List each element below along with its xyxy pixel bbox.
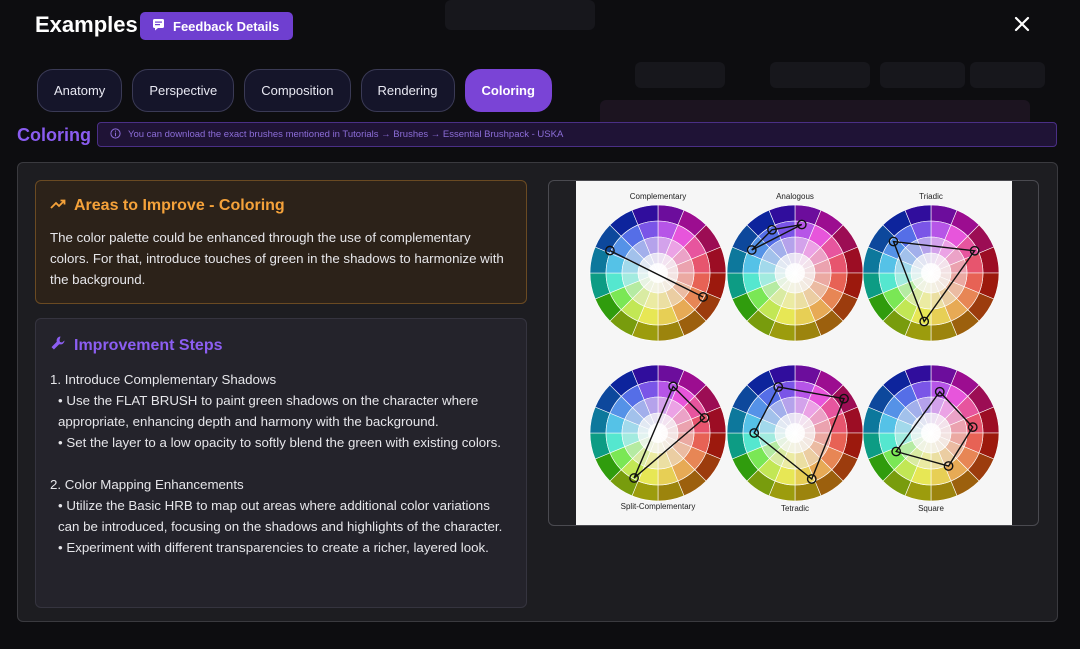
close-button[interactable] [1010, 14, 1034, 38]
wheel-center [648, 263, 668, 283]
section-title: Coloring [17, 125, 91, 145]
tab-rendering[interactable]: Rendering [360, 69, 455, 112]
improvement-steps-title: Improvement Steps [74, 336, 223, 354]
step-2-title: 2. Color Mapping Enhancements [50, 477, 244, 492]
label-triadic: Triadic [919, 192, 943, 201]
improvement-steps-card[interactable]: Improvement Steps 1. Introduce Complemen… [35, 318, 527, 608]
tab-coloring[interactable]: Coloring [464, 69, 552, 112]
step-2-bullet-2: • Experiment with different transparenci… [58, 540, 489, 555]
areas-to-improve-text: The color palette could be enhanced thro… [50, 230, 504, 287]
label-tetradic: Tetradic [781, 504, 809, 513]
step-1-bullet-1: • Use the FLAT BRUSH to paint green shad… [58, 393, 479, 429]
info-banner: You can download the exact brushes menti… [97, 122, 1057, 147]
wheel-center [921, 423, 941, 443]
step-2-bullet-1: • Utilize the Basic HRB to map out areas… [58, 498, 503, 534]
info-icon [110, 127, 121, 142]
color-wheel-image-frame: Complementary Analogous Triadic Split-Compl… [548, 180, 1039, 526]
label-split-complementary: Split-Complementary [621, 502, 696, 511]
close-icon [1014, 16, 1030, 37]
areas-to-improve-title: Areas to Improve - Coloring [74, 197, 285, 214]
tab-perspective[interactable]: Perspective [132, 69, 235, 112]
info-text: You can download the exact brushes menti… [128, 129, 564, 140]
wheel-center [785, 423, 805, 443]
step-1-title: 1. Introduce Complementary Shadows [50, 372, 277, 387]
label-complementary: Complementary [630, 192, 686, 201]
trend-up-icon [50, 197, 66, 215]
feedback-details-button[interactable]: Feedback Details [140, 12, 294, 40]
label-analogous: Analogous [776, 192, 814, 201]
areas-to-improve-card: Areas to Improve - Coloring The color pa… [35, 180, 527, 304]
tab-composition[interactable]: Composition [244, 69, 351, 112]
feedback-details-label: Feedback Details [173, 18, 280, 34]
category-tabs: Anatomy Perspective Composition Renderin… [37, 69, 552, 112]
color-harmony-diagram: Complementary Analogous Triadic Split-Compl… [576, 181, 1012, 525]
color-wheels-svg: Complementary Analogous Triadic Split-Compl… [589, 192, 1000, 513]
step-1-bullet-2: • Set the layer to a low opacity to soft… [58, 435, 501, 450]
modal-title: Examples [35, 12, 138, 37]
wrench-icon [50, 335, 66, 356]
message-icon [152, 18, 165, 34]
label-square: Square [918, 504, 944, 513]
wheel-center [921, 263, 941, 283]
tab-anatomy[interactable]: Anatomy [37, 69, 123, 112]
wheel-center [785, 263, 805, 283]
